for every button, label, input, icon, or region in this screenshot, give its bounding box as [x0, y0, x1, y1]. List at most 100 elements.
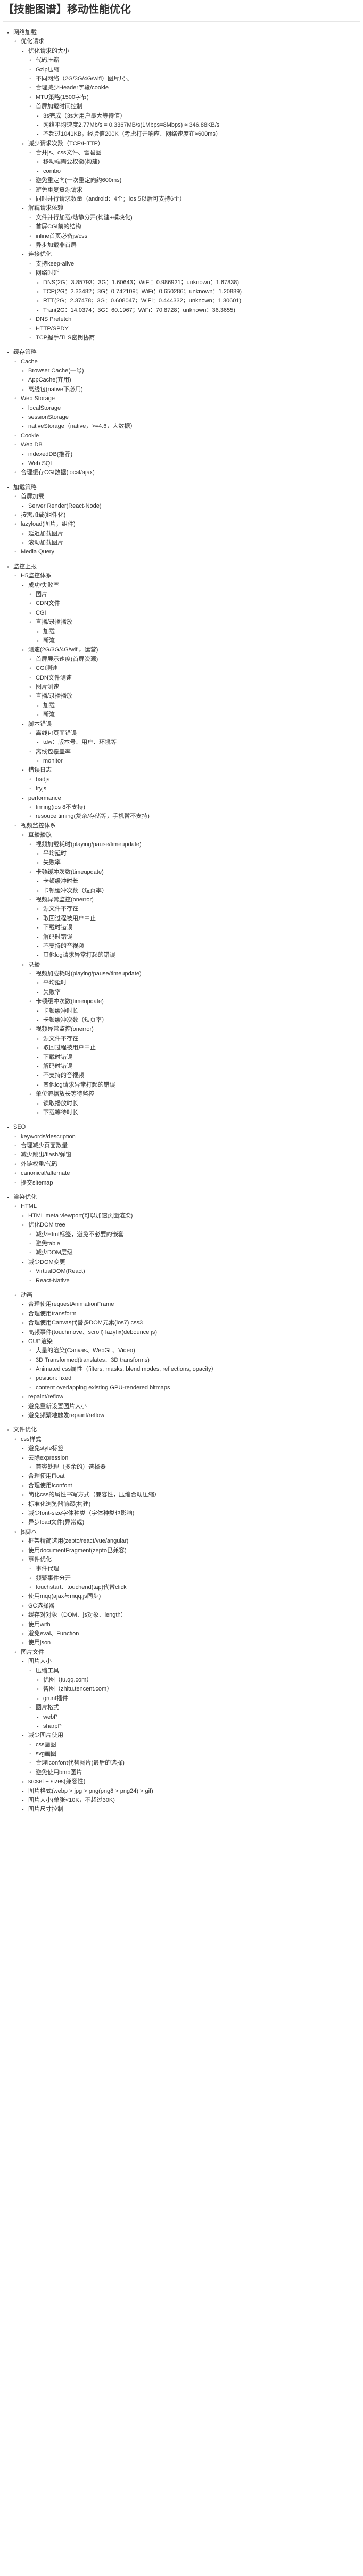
outline-item: ◦ 视频异常监控(onerror)	[3, 896, 360, 905]
bullet-icon: ▪	[22, 1779, 24, 1785]
outline-item: ▪ 直播播放	[3, 831, 360, 840]
bullet-icon: ◦	[14, 359, 16, 365]
outline-item: ◦ 避免table	[3, 1239, 360, 1248]
bullet-icon: ◦	[29, 1742, 31, 1748]
outline-item-label: 3D Transformed(translates、3D transforms)	[36, 1356, 150, 1363]
bullet-icon: ◦	[29, 1566, 31, 1572]
bullet-icon: ◦	[29, 610, 31, 616]
outline-item: ◦ 代码压缩	[3, 56, 360, 65]
bullet-icon: ◦	[29, 897, 31, 903]
bullet-icon: ◦	[29, 1585, 31, 1591]
bullet-icon: ◦	[29, 1250, 31, 1256]
bullet-icon: ◦	[29, 178, 31, 184]
bullet-icon: ▪	[7, 350, 9, 355]
outline-item: ◦ inline首页必备js/css	[3, 232, 360, 241]
outline-item: ◦ canonical/alternate	[3, 1169, 360, 1178]
outline-item-label: 卡顿缓冲时长	[43, 1007, 78, 1014]
outline-item: ▪ RTT(2G：2.37478；3G：0.608047；WiFi：0.44433…	[3, 296, 360, 305]
outline-item: ◦ svg画图	[3, 1750, 360, 1759]
outline-item: ▪ 框架精简选用(zepto/react/vue/angular)	[3, 1537, 360, 1546]
bullet-icon: ◦	[29, 57, 31, 64]
outline-item-label: 文件优化	[13, 1427, 37, 1434]
outline-item-label: 离线包覆盖率	[36, 748, 71, 755]
outline-item: ▪ 标准化浏览器前缀(构建)	[3, 1500, 360, 1509]
bullet-icon: ◦	[29, 1091, 31, 1098]
outline-item-label: 卡顿缓冲次数（短页率）	[43, 887, 108, 894]
bullet-icon: ◦	[29, 971, 31, 978]
outline-item: ◦ 压缩工具	[3, 1667, 360, 1676]
outline-item: ◦ 图片	[3, 590, 360, 599]
outline-item: ◦ 视频加载耗时(playing/pause/timeupdate)	[3, 840, 360, 849]
outline-item: ▪ 不超过1041KB，经验值200K（考虑打开响应、网络速度在≈600ms）	[3, 130, 360, 139]
outline-item-label: 录播	[28, 961, 40, 968]
outline-item-label: 卡顿缓冲时长	[43, 878, 78, 885]
outline-item-label: 图片尺寸控制	[28, 1806, 63, 1813]
outline-item: ▪ 加载	[3, 627, 360, 636]
bullet-icon: ▪	[22, 503, 24, 509]
bullet-icon: ▪	[22, 1311, 24, 1316]
bullet-icon: ◦	[29, 776, 31, 783]
outline-item-label: Cache	[21, 358, 38, 365]
outline-item-label: 卡顿缓冲次数（短页率）	[43, 1017, 108, 1024]
bullet-icon: ◦	[29, 592, 31, 598]
outline-item-label: 断流	[43, 711, 55, 718]
outline-item: ◦ 视频加载耗时(playing/pause/timeupdate)	[3, 970, 360, 979]
bullet-icon: ▪	[37, 122, 39, 128]
outline-item: ▪ 去除expression	[3, 1454, 360, 1463]
outline-item-label: 图片大小	[28, 1658, 52, 1665]
bullet-icon: ▪	[37, 879, 39, 884]
outline-item-label: monitor	[43, 758, 63, 765]
outline-item: ▪ 不支持的音视频	[3, 1071, 360, 1080]
outline-item-label: 图片测速	[36, 683, 59, 690]
outline-item: ▪ 减少图片使用	[3, 1731, 360, 1740]
bullet-icon: ◦	[14, 1292, 16, 1298]
outline-item-label: combo	[43, 168, 61, 175]
bullet-icon: ◦	[29, 1705, 31, 1711]
outline-item: ◦ 减少DOM层级	[3, 1248, 360, 1257]
outline-item-label: 3s完成（3s为用户最大等待值）	[43, 112, 126, 119]
outline-item-label: 避免重新设置图片大小	[28, 1403, 87, 1410]
outline-item: ▪ 滚动加载图片	[3, 539, 360, 548]
outline-item: ▪ 合理使用iconfont	[3, 1481, 360, 1490]
bullet-icon: ▪	[37, 1073, 39, 1079]
bullet-icon: ◦	[29, 150, 31, 156]
outline-item: ▪ 解码时错误	[3, 1062, 360, 1071]
outline-item: ▪ 加载	[3, 701, 360, 710]
outline-item-label: 避免table	[36, 1240, 60, 1247]
outline-item: ◦ DNS Prefetch	[3, 315, 360, 324]
bullet-icon: ▪	[7, 564, 9, 569]
outline-item-label: 失败率	[43, 989, 61, 996]
bullet-icon: ▪	[22, 1260, 24, 1265]
outline-item-label: MTU策略(1500字节)	[36, 94, 89, 101]
outline-item: ◦ css样式	[3, 1435, 360, 1444]
outline-item: ▪ TCP(2G：2.33482；3G：0.742109；WiFi：0.65028…	[3, 287, 360, 296]
outline-item-label: js脚本	[21, 1528, 37, 1535]
bullet-icon: ◦	[14, 549, 16, 556]
outline-item: ▪ 优化DOM tree	[3, 1221, 360, 1230]
outline-item: ◦ HTTP/SPDY	[3, 325, 360, 334]
bullet-icon: ◦	[29, 1026, 31, 1033]
outline-item-label: 优图（tu.qq.com）	[43, 1676, 93, 1683]
bullet-icon: ▪	[22, 796, 24, 801]
outline-item-label: 直播/录播播放	[36, 693, 73, 700]
outline-list: ▪ 网络加载 ◦ 优化请求 ▪ 优化请求的大小 ◦ 代码压缩 ◦ Gzip压缩 ◦ 不同网络（2G/3…	[3, 28, 360, 1815]
bullet-icon: ▪	[37, 925, 39, 931]
bullet-icon: ◦	[29, 187, 31, 193]
bullet-icon: ◦	[29, 693, 31, 700]
bullet-icon: ◦	[29, 1769, 31, 1776]
outline-item: ◦ 合理iconfont代替图片(最后的选择)	[3, 1759, 360, 1768]
outline-item: ▪ 优化请求的大小	[3, 47, 360, 56]
outline-item-label: webP	[43, 1713, 58, 1720]
bullet-icon: ▪	[37, 280, 39, 285]
bullet-icon: ◦	[29, 233, 31, 239]
bullet-icon: ▪	[37, 916, 39, 921]
outline-item-label: nativeStorage（native，>=4.6，大数据）	[28, 423, 136, 430]
outline-item: ◦ 合理缓存CGI数据(local/ajax)	[3, 468, 360, 477]
outline-item-label: 外链权重/代码	[21, 1161, 58, 1167]
outline-item-label: VirtualDOM(React)	[36, 1268, 85, 1275]
outline-item: ◦ 避免重定向(一次重定向约600ms)	[3, 176, 360, 185]
bullet-icon: ▪	[37, 1677, 39, 1683]
